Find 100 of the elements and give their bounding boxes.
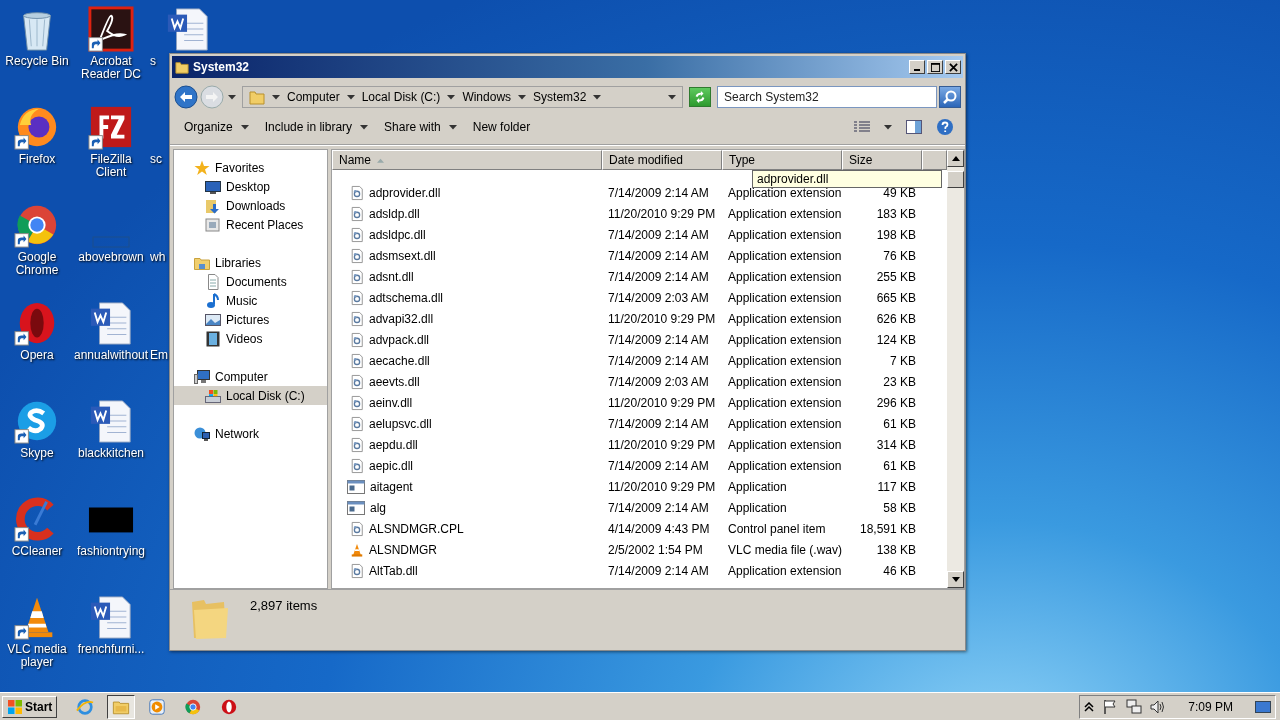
table-cell-text: Application extension	[727, 332, 842, 347]
file-name[interactable]: ALSNDMGR.CPL	[332, 520, 602, 537]
gear-file-icon	[350, 289, 364, 306]
file-name[interactable]: AltTab.dll	[332, 562, 602, 579]
breadcrumb[interactable]: Windows	[462, 90, 512, 104]
table-cell-text: Application extension	[727, 206, 842, 221]
caret-icon	[240, 124, 249, 130]
address-bar[interactable]: Computer Local Disk (C:) Windows System32	[242, 86, 683, 108]
refresh-button[interactable]	[689, 87, 711, 107]
nav-item[interactable]: Local Disk (C:)	[174, 386, 327, 405]
command-button[interactable]: Organize	[178, 116, 255, 138]
table-cell-text: 314 KB	[875, 437, 917, 452]
word-icon	[88, 594, 134, 640]
file-name[interactable]: aelupsvc.dll	[332, 415, 602, 432]
column-header[interactable]: Name	[332, 150, 602, 170]
desktop-icon[interactable]: Recycle Bin	[0, 6, 74, 104]
desktop-icon[interactable]: Opera	[0, 300, 74, 398]
nav-item[interactable]: Documents	[174, 272, 327, 291]
clock[interactable]: 7:09 PM	[1188, 699, 1233, 714]
desktop-icon[interactable]: blackkitchen	[74, 398, 148, 496]
maximize-button[interactable]	[927, 60, 943, 74]
desktop-icon[interactable]: fashiontrying	[74, 496, 148, 594]
desktop-icon[interactable]: FileZilla Client	[74, 104, 148, 202]
search-icon	[942, 89, 958, 105]
table-cell-text: 2/5/2002 1:54 PM	[607, 542, 704, 557]
nav-item[interactable]: Music	[174, 291, 327, 310]
desktop-icon[interactable]: Skype	[0, 398, 74, 496]
file-name[interactable]: ALSNDMGR	[332, 541, 602, 558]
icon-label: abovebrown	[78, 251, 144, 264]
show-desktop-button[interactable]	[1255, 700, 1271, 713]
nav-item[interactable]: Favorites	[174, 158, 327, 177]
nav-item[interactable]: Recent Places	[174, 215, 327, 234]
table-cell-text: 49 KB	[882, 185, 917, 200]
network-icon[interactable]	[1126, 698, 1143, 715]
column-header[interactable]: Date modified	[602, 150, 722, 170]
nav-item[interactable]: Pictures	[174, 310, 327, 329]
flag-icon[interactable]	[1102, 698, 1119, 715]
desktop-icon[interactable]: CCleaner	[0, 496, 74, 594]
command-button[interactable]: Include in library	[258, 116, 375, 138]
desktop-icon[interactable]: abovebrown	[74, 202, 148, 300]
table-cell-text: 7/14/2009 2:14 AM	[607, 269, 710, 284]
nav-item[interactable]: Videos	[174, 329, 327, 348]
icon-label: Google Chrome	[14, 251, 60, 277]
file-name[interactable]: aepdu.dll	[332, 436, 602, 453]
file-name[interactable]: aeevts.dll	[332, 373, 602, 390]
command-button[interactable]: Share with	[378, 116, 463, 138]
word-icon	[88, 300, 134, 346]
file-name[interactable]: adsnt.dll	[332, 268, 602, 285]
desktop-icon[interactable]: Google Chrome	[0, 202, 74, 300]
desktop-icon[interactable]: frenchfurni...	[74, 594, 148, 692]
file-name[interactable]: aeinv.dll	[332, 394, 602, 411]
caret-icon	[346, 94, 355, 100]
nav-item[interactable]: Desktop	[174, 177, 327, 196]
search-button[interactable]	[939, 86, 961, 108]
column-header[interactable]: Size	[842, 150, 922, 170]
windows-logo-icon	[7, 698, 23, 715]
nav-item[interactable]: Network	[174, 424, 327, 443]
nav-item[interactable]: Computer	[174, 367, 327, 386]
start-button[interactable]: Start	[2, 695, 58, 718]
down-arrow-icon	[951, 577, 960, 582]
nav-item[interactable]: Libraries	[174, 253, 327, 272]
file-name[interactable]: aitagent	[332, 478, 602, 495]
desktop-icon[interactable]: Firefox	[0, 104, 74, 202]
documents-icon	[205, 273, 221, 290]
file-name[interactable]: aecache.dll	[332, 352, 602, 369]
desktop-icon[interactable]: Acrobat Reader DC	[74, 6, 148, 104]
minimize-button[interactable]	[909, 60, 925, 74]
show-hidden-icons-button[interactable]	[1084, 701, 1095, 712]
file-name[interactable]: adsmsext.dll	[332, 247, 602, 264]
table-cell-text: 138 KB	[875, 542, 917, 557]
column-header[interactable]: Type	[722, 150, 842, 170]
close-button[interactable]	[945, 60, 961, 74]
table-cell-text: 58 KB	[882, 500, 917, 515]
command-button[interactable]: New folder	[466, 116, 537, 138]
gear-file-icon	[350, 373, 364, 390]
table-cell-text: 61 KB	[882, 416, 917, 431]
table-cell-text: 255 KB	[875, 269, 917, 284]
search-field[interactable]: Search System32	[717, 86, 937, 108]
file-name[interactable]: advpack.dll	[332, 331, 602, 348]
file-name[interactable]: advapi32.dll	[332, 310, 602, 327]
speaker-icon[interactable]	[1150, 698, 1167, 715]
file-name[interactable]: adsldpc.dll	[332, 226, 602, 243]
scrollbar-thumb[interactable]	[947, 171, 964, 188]
file-name[interactable]: adprovider.dll	[332, 184, 602, 201]
file-name[interactable]: aepic.dll	[332, 457, 602, 474]
breadcrumb[interactable]: System32	[533, 90, 587, 104]
desktop-icon[interactable]: annualwithout	[74, 300, 148, 398]
table-cell-text: Application extension	[727, 563, 842, 578]
breadcrumb[interactable]: Computer	[287, 90, 340, 104]
breadcrumb[interactable]: Local Disk (C:)	[361, 90, 441, 104]
taskbar-button[interactable]	[107, 694, 136, 719]
file-name[interactable]: adsldp.dll	[332, 205, 602, 222]
file-name[interactable]: alg	[332, 499, 602, 516]
nav-item[interactable]: Downloads	[174, 196, 327, 215]
desktop-icon	[205, 178, 221, 195]
file-name[interactable]: adtschema.dll	[332, 289, 602, 306]
table-cell-text: Application extension	[727, 353, 842, 368]
back-button[interactable]	[174, 85, 198, 109]
scrollbar[interactable]	[947, 150, 964, 588]
desktop-icon[interactable]: VLC media player	[0, 594, 74, 692]
